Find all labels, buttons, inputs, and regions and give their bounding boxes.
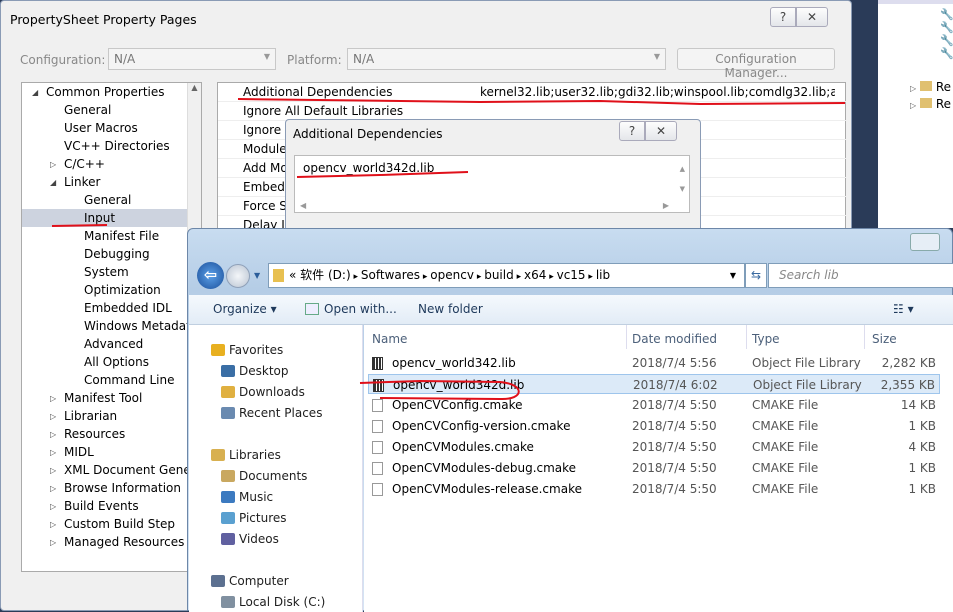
annotation-underline	[51, 224, 108, 227]
red-annotations	[51, 98, 846, 401]
annotation-underline	[296, 171, 469, 178]
annotation-underline	[359, 379, 520, 401]
annotation-underline	[237, 98, 846, 106]
